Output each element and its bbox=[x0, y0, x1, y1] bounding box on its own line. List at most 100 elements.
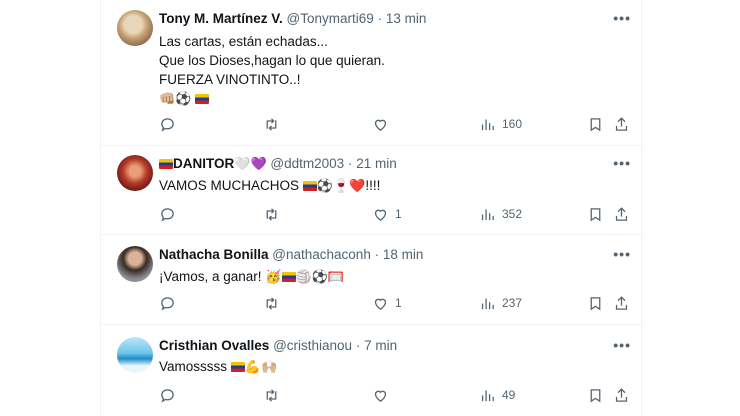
tweet-1[interactable]: Tony M. Martínez V. @Tonymarti69 · 13 mi… bbox=[101, 0, 641, 146]
views-icon bbox=[481, 390, 494, 401]
views-count: 352 bbox=[502, 207, 523, 221]
reply-icon bbox=[161, 207, 174, 222]
tweet-4[interactable]: Cristhian Ovalles @cristhianou · 7 min •… bbox=[101, 325, 641, 416]
like-button[interactable] bbox=[372, 114, 395, 134]
bookmark-button[interactable] bbox=[587, 204, 604, 224]
views-count: 160 bbox=[502, 117, 523, 131]
bookmark-button[interactable] bbox=[587, 293, 604, 313]
timeline-feed: Tony M. Martínez V. @Tonymarti69 · 13 mi… bbox=[100, 0, 642, 416]
author-handle[interactable]: @ddtm2003 bbox=[270, 156, 344, 171]
venezuela-flag-icon bbox=[159, 159, 173, 169]
views-button[interactable]: 49 bbox=[479, 385, 515, 405]
timestamp[interactable]: 21 min bbox=[356, 156, 397, 171]
tweet-line: Las cartas, están echadas... bbox=[159, 34, 328, 49]
share-icon bbox=[615, 295, 628, 310]
more-options-icon[interactable]: ••• bbox=[613, 246, 631, 262]
tweet-header: Nathacha Bonilla @nathachaconh · 18 min bbox=[159, 246, 423, 264]
author-name[interactable]: Tony M. Martínez V. bbox=[159, 11, 283, 26]
share-icon bbox=[615, 387, 628, 402]
bookmark-icon bbox=[590, 117, 601, 131]
tweet-emoji: 👊🏼⚽ bbox=[159, 92, 192, 107]
tweet-text: Vamosssss 💪🙌🏼 bbox=[159, 357, 277, 377]
share-button[interactable] bbox=[613, 385, 630, 405]
avatar[interactable] bbox=[117, 10, 153, 46]
like-button[interactable]: 1 bbox=[372, 293, 402, 313]
tweet-line: VAMOS MUCHACHOS bbox=[159, 178, 300, 193]
share-icon bbox=[615, 206, 628, 221]
author-handle[interactable]: @nathachaconh bbox=[272, 247, 371, 262]
tweet-emoji: ⚽🍷❤️ bbox=[316, 179, 366, 194]
share-button[interactable] bbox=[613, 114, 630, 134]
reply-button[interactable] bbox=[159, 204, 182, 224]
avatar[interactable] bbox=[117, 155, 153, 191]
timestamp[interactable]: 13 min bbox=[386, 11, 427, 26]
avatar[interactable] bbox=[117, 246, 153, 282]
like-button[interactable]: 1 bbox=[372, 204, 402, 224]
more-options-icon[interactable]: ••• bbox=[613, 10, 631, 26]
views-icon bbox=[481, 119, 494, 130]
tweet-line: Vamosssss bbox=[159, 359, 228, 374]
tweet-text: ¡Vamos, a ganar! 🥳 🏐⚽🥅 bbox=[159, 267, 344, 287]
like-icon bbox=[374, 119, 387, 131]
views-button[interactable]: 237 bbox=[479, 293, 522, 313]
separator: · bbox=[377, 11, 383, 26]
timestamp[interactable]: 7 min bbox=[364, 338, 397, 353]
reply-icon bbox=[161, 117, 174, 132]
timestamp[interactable]: 18 min bbox=[383, 247, 424, 262]
name-emoji: 🤍💜 bbox=[234, 157, 267, 172]
retweet-icon bbox=[266, 296, 277, 310]
author-name[interactable]: Cristhian Ovalles bbox=[159, 338, 269, 353]
reply-button[interactable] bbox=[159, 293, 182, 313]
share-button[interactable] bbox=[613, 293, 630, 313]
action-bar: 1 352 bbox=[159, 204, 629, 224]
tweet-line: Que los Dioses,hagan lo que quieran. bbox=[159, 53, 385, 68]
like-count: 1 bbox=[395, 296, 402, 310]
bookmark-icon bbox=[590, 207, 601, 221]
author-name[interactable]: DANITOR bbox=[173, 156, 234, 171]
more-options-icon[interactable]: ••• bbox=[613, 337, 631, 353]
reply-button[interactable] bbox=[159, 114, 182, 134]
separator: · bbox=[374, 247, 380, 262]
tweet-suffix: !!!! bbox=[365, 178, 381, 193]
tweet-3[interactable]: Nathacha Bonilla @nathachaconh · 18 min … bbox=[101, 235, 641, 325]
tweet-emoji: 🥳 bbox=[265, 270, 282, 285]
like-count: 1 bbox=[395, 207, 402, 221]
tweet-emoji: 🏐⚽🥅 bbox=[295, 270, 345, 285]
retweet-button[interactable] bbox=[263, 204, 280, 224]
tweet-emoji: 💪🙌🏼 bbox=[244, 360, 278, 375]
venezuela-flag-icon bbox=[281, 272, 296, 282]
action-bar: 160 bbox=[159, 114, 629, 134]
views-button[interactable]: 160 bbox=[479, 114, 522, 134]
retweet-button[interactable] bbox=[263, 114, 280, 134]
action-bar: 1 237 bbox=[159, 293, 629, 313]
bookmark-icon bbox=[590, 388, 601, 402]
like-icon bbox=[374, 390, 387, 402]
bookmark-icon bbox=[590, 296, 601, 310]
avatar[interactable] bbox=[117, 337, 153, 373]
author-handle[interactable]: @cristhianou bbox=[273, 338, 352, 353]
tweet-line: ¡Vamos, a ganar! bbox=[159, 269, 262, 284]
views-icon bbox=[481, 209, 494, 220]
more-options-icon[interactable]: ••• bbox=[613, 155, 631, 171]
author-name[interactable]: Nathacha Bonilla bbox=[159, 247, 269, 262]
like-icon bbox=[374, 209, 387, 221]
venezuela-flag-icon bbox=[195, 94, 210, 104]
retweet-icon bbox=[266, 388, 277, 402]
like-button[interactable] bbox=[372, 385, 395, 405]
retweet-button[interactable] bbox=[263, 293, 280, 313]
bookmark-button[interactable] bbox=[587, 114, 604, 134]
separator: · bbox=[347, 156, 353, 171]
like-icon bbox=[374, 298, 387, 310]
author-handle[interactable]: @Tonymarti69 bbox=[287, 11, 374, 26]
tweet-2[interactable]: DANITOR🤍💜 @ddtm2003 · 21 min ••• VAMOS M… bbox=[101, 146, 641, 235]
reply-icon bbox=[161, 296, 174, 311]
tweet-header: DANITOR🤍💜 @ddtm2003 · 21 min bbox=[159, 155, 397, 174]
retweet-button[interactable] bbox=[263, 385, 280, 405]
reply-button[interactable] bbox=[159, 385, 182, 405]
share-button[interactable] bbox=[613, 204, 630, 224]
action-bar: 49 bbox=[159, 385, 629, 405]
views-count: 237 bbox=[502, 296, 523, 310]
share-icon bbox=[615, 116, 628, 131]
bookmark-button[interactable] bbox=[587, 385, 604, 405]
views-button[interactable]: 352 bbox=[479, 204, 522, 224]
